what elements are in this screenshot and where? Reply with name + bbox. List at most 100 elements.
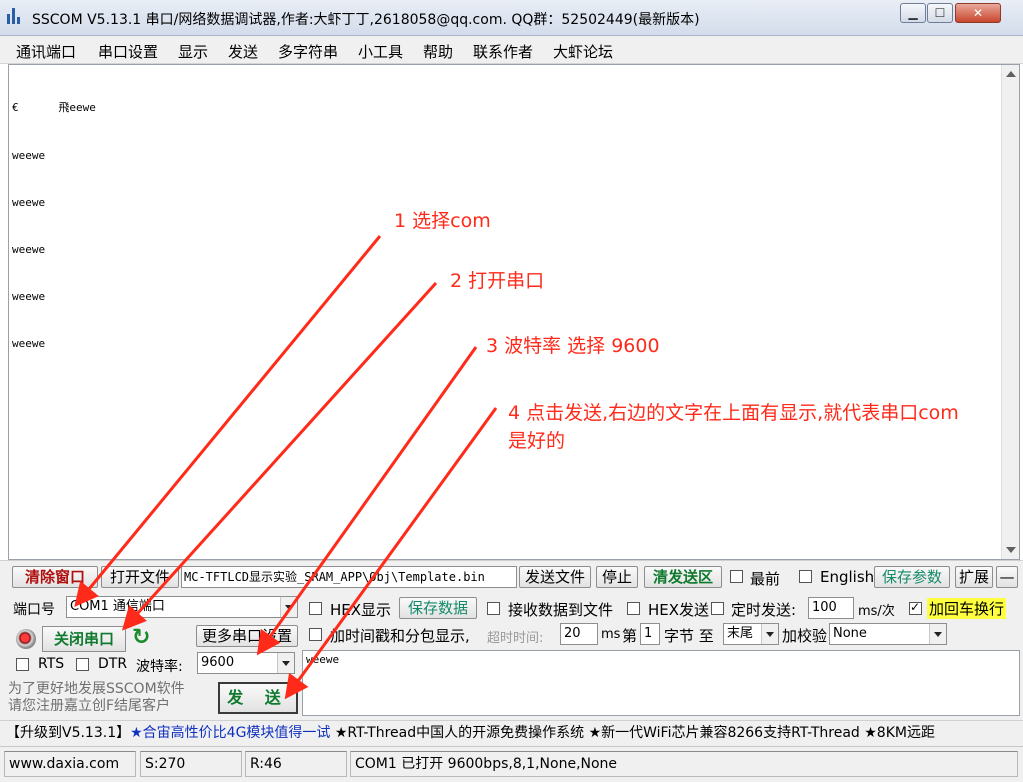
ticker-ad-rtthread[interactable]: ★RT-Thread中国人的开源免费操作系统 ★新一代WiFi芯片兼容8266支… (330, 725, 935, 741)
end-select[interactable]: 末尾 (723, 623, 779, 645)
top-most-label: 最前 (750, 570, 781, 588)
menu-display[interactable]: 显示 (178, 41, 208, 62)
receive-scrollbar[interactable] (1001, 65, 1019, 559)
timeout-input[interactable]: 20 (560, 623, 598, 645)
chevron-down-icon[interactable] (761, 624, 778, 644)
baud-select[interactable]: 9600 (197, 652, 295, 674)
menu-help[interactable]: 帮助 (423, 41, 453, 62)
hex-display-checkbox[interactable] (309, 602, 322, 615)
interval-input[interactable]: 100 (808, 597, 854, 619)
minimize-button[interactable]: ▁ (900, 3, 926, 23)
english-label: English (820, 568, 875, 586)
window-title: SSCOM V5.13.1 串口/网络数据调试器,作者:大虾丁丁,2618058… (32, 12, 700, 28)
rts-checkbox[interactable] (16, 658, 29, 671)
stop-button[interactable]: 停止 (596, 566, 638, 588)
port-label: 端口号 (13, 602, 55, 618)
dtr-checkbox[interactable] (76, 658, 89, 671)
status-bar: www.daxia.com S:270 R:46 COM1 已打开 9600bp… (0, 746, 1023, 782)
end-select-value: 末尾 (727, 626, 754, 641)
dtr-label: DTR (98, 656, 128, 672)
recv-to-file-checkbox[interactable] (487, 602, 500, 615)
receive-line: weewe (12, 195, 46, 209)
more-port-settings-button[interactable]: 更多串口设置 (196, 625, 298, 647)
send-button[interactable]: 发 送 (218, 682, 298, 714)
menu-tools[interactable]: 小工具 (358, 41, 403, 62)
close-port-button[interactable]: 关闭串口 (42, 626, 126, 652)
menu-comm-port[interactable]: 通讯端口 (16, 41, 76, 62)
close-window-button[interactable]: ✕ (955, 3, 1001, 23)
annotation-step4-line1: 4 点击发送,右边的文字在上面有显示,就代表串口com (508, 402, 959, 424)
menu-send[interactable]: 发送 (228, 41, 258, 62)
expand-button[interactable]: 扩展 (955, 566, 993, 588)
menu-port-settings[interactable]: 串口设置 (98, 41, 158, 62)
english-checkbox[interactable] (799, 570, 812, 583)
recv-to-file-label: 接收数据到文件 (508, 601, 614, 619)
byte-suffix: 字节 至 (664, 627, 714, 645)
send-file-button[interactable]: 发送文件 (519, 566, 591, 588)
chevron-down-icon[interactable] (929, 624, 946, 644)
timed-send-checkbox[interactable] (711, 602, 724, 615)
news-ticker[interactable]: 【升级到V5.13.1】★合宙高性价比4G模块值得一试 ★RT-Thread中国… (0, 720, 1023, 746)
chevron-down-icon[interactable] (277, 653, 294, 673)
ticker-ad-4g[interactable]: ★合宙高性价比4G模块值得一试 (130, 725, 330, 741)
chevron-down-icon[interactable] (280, 597, 297, 617)
receive-line: weewe (12, 289, 46, 303)
add-crlf-checkbox[interactable] (909, 600, 922, 615)
menu-multi-string[interactable]: 多字符串 (278, 41, 338, 62)
hex-send-checkbox[interactable] (627, 602, 640, 615)
port-select[interactable]: COM1 通信端口 (66, 596, 298, 618)
annotation-step1: 1 选择com (394, 210, 491, 232)
open-file-button[interactable]: 打开文件 (101, 566, 179, 588)
port-select-value: COM1 通信端口 (70, 599, 165, 614)
status-website[interactable]: www.daxia.com (4, 751, 136, 777)
scroll-up-icon[interactable] (1006, 71, 1016, 77)
save-data-button[interactable]: 保存数据 (399, 597, 477, 619)
port-status-led-icon (16, 629, 36, 649)
checksum-select[interactable]: None (829, 623, 947, 645)
menu-bar: 通讯端口 串口设置 显示 发送 多字符串 小工具 帮助 联系作者 大虾论坛 (0, 36, 1023, 64)
receive-area[interactable]: € 飛eewe weewe weewe weewe weewe weewe (8, 64, 1020, 560)
annotation-step3: 3 波特率 选择 9600 (486, 335, 660, 357)
checksum-label: 加校验 (782, 627, 828, 645)
receive-line: weewe (12, 336, 46, 350)
ticker-upgrade[interactable]: 【升级到V5.13.1】 (6, 725, 130, 741)
menu-contact-author[interactable]: 联系作者 (473, 41, 533, 62)
hex-display-label: HEX显示 (330, 601, 392, 619)
timed-send-label: 定时发送: (731, 601, 797, 619)
annotation-step4-line2: 是好的 (508, 430, 566, 452)
receive-text: € 飛eewe weewe weewe weewe weewe weewe (12, 69, 96, 383)
receive-line: weewe (12, 242, 46, 256)
timestamp-label: 加时间戳和分包显示, (330, 627, 470, 645)
send-text-area[interactable]: weewe (302, 650, 1020, 716)
refresh-icon[interactable]: ↻ (132, 626, 150, 650)
file-path-input[interactable]: MC-TFTLCD显示实验_SRAM_APP\Obj\Template.bin (181, 566, 517, 588)
timestamp-checkbox[interactable] (309, 628, 322, 641)
timeout-label: 超时时间: (487, 631, 544, 646)
byte-start-input[interactable]: 1 (640, 623, 660, 645)
status-sent-count: S:270 (140, 751, 242, 777)
receive-line: weewe (12, 148, 46, 162)
menu-forum[interactable]: 大虾论坛 (553, 41, 613, 62)
maximize-button[interactable]: ☐ (927, 3, 953, 23)
save-params-button[interactable]: 保存参数 (874, 566, 950, 588)
rts-label: RTS (38, 656, 65, 672)
clear-send-button[interactable]: 清发送区 (644, 566, 722, 588)
status-recv-count: R:46 (245, 751, 347, 777)
timeout-unit: ms (601, 627, 621, 642)
interval-unit: ms/次 (858, 604, 895, 619)
clear-window-button[interactable]: 清除窗口 (12, 566, 98, 588)
status-port-state: COM1 已打开 9600bps,8,1,None,None (350, 751, 1018, 777)
annotation-step2: 2 打开串口 (450, 270, 545, 292)
baud-label: 波特率: (136, 659, 183, 675)
collapse-button[interactable]: — (996, 566, 1018, 588)
hex-send-label: HEX发送 (648, 601, 710, 619)
byte-prefix: 第 (622, 627, 638, 645)
add-crlf-label: 加回车换行 (927, 598, 1007, 619)
receive-line: € 飛eewe (12, 101, 96, 115)
baud-select-value: 9600 (201, 655, 235, 670)
checksum-select-value: None (833, 626, 867, 641)
app-icon (6, 8, 24, 26)
scroll-down-icon[interactable] (1006, 547, 1016, 553)
register-notice: 为了更好地发展SSCOM软件 请您注册嘉立创F结尾客户 (8, 681, 185, 714)
top-most-checkbox[interactable] (730, 570, 743, 583)
